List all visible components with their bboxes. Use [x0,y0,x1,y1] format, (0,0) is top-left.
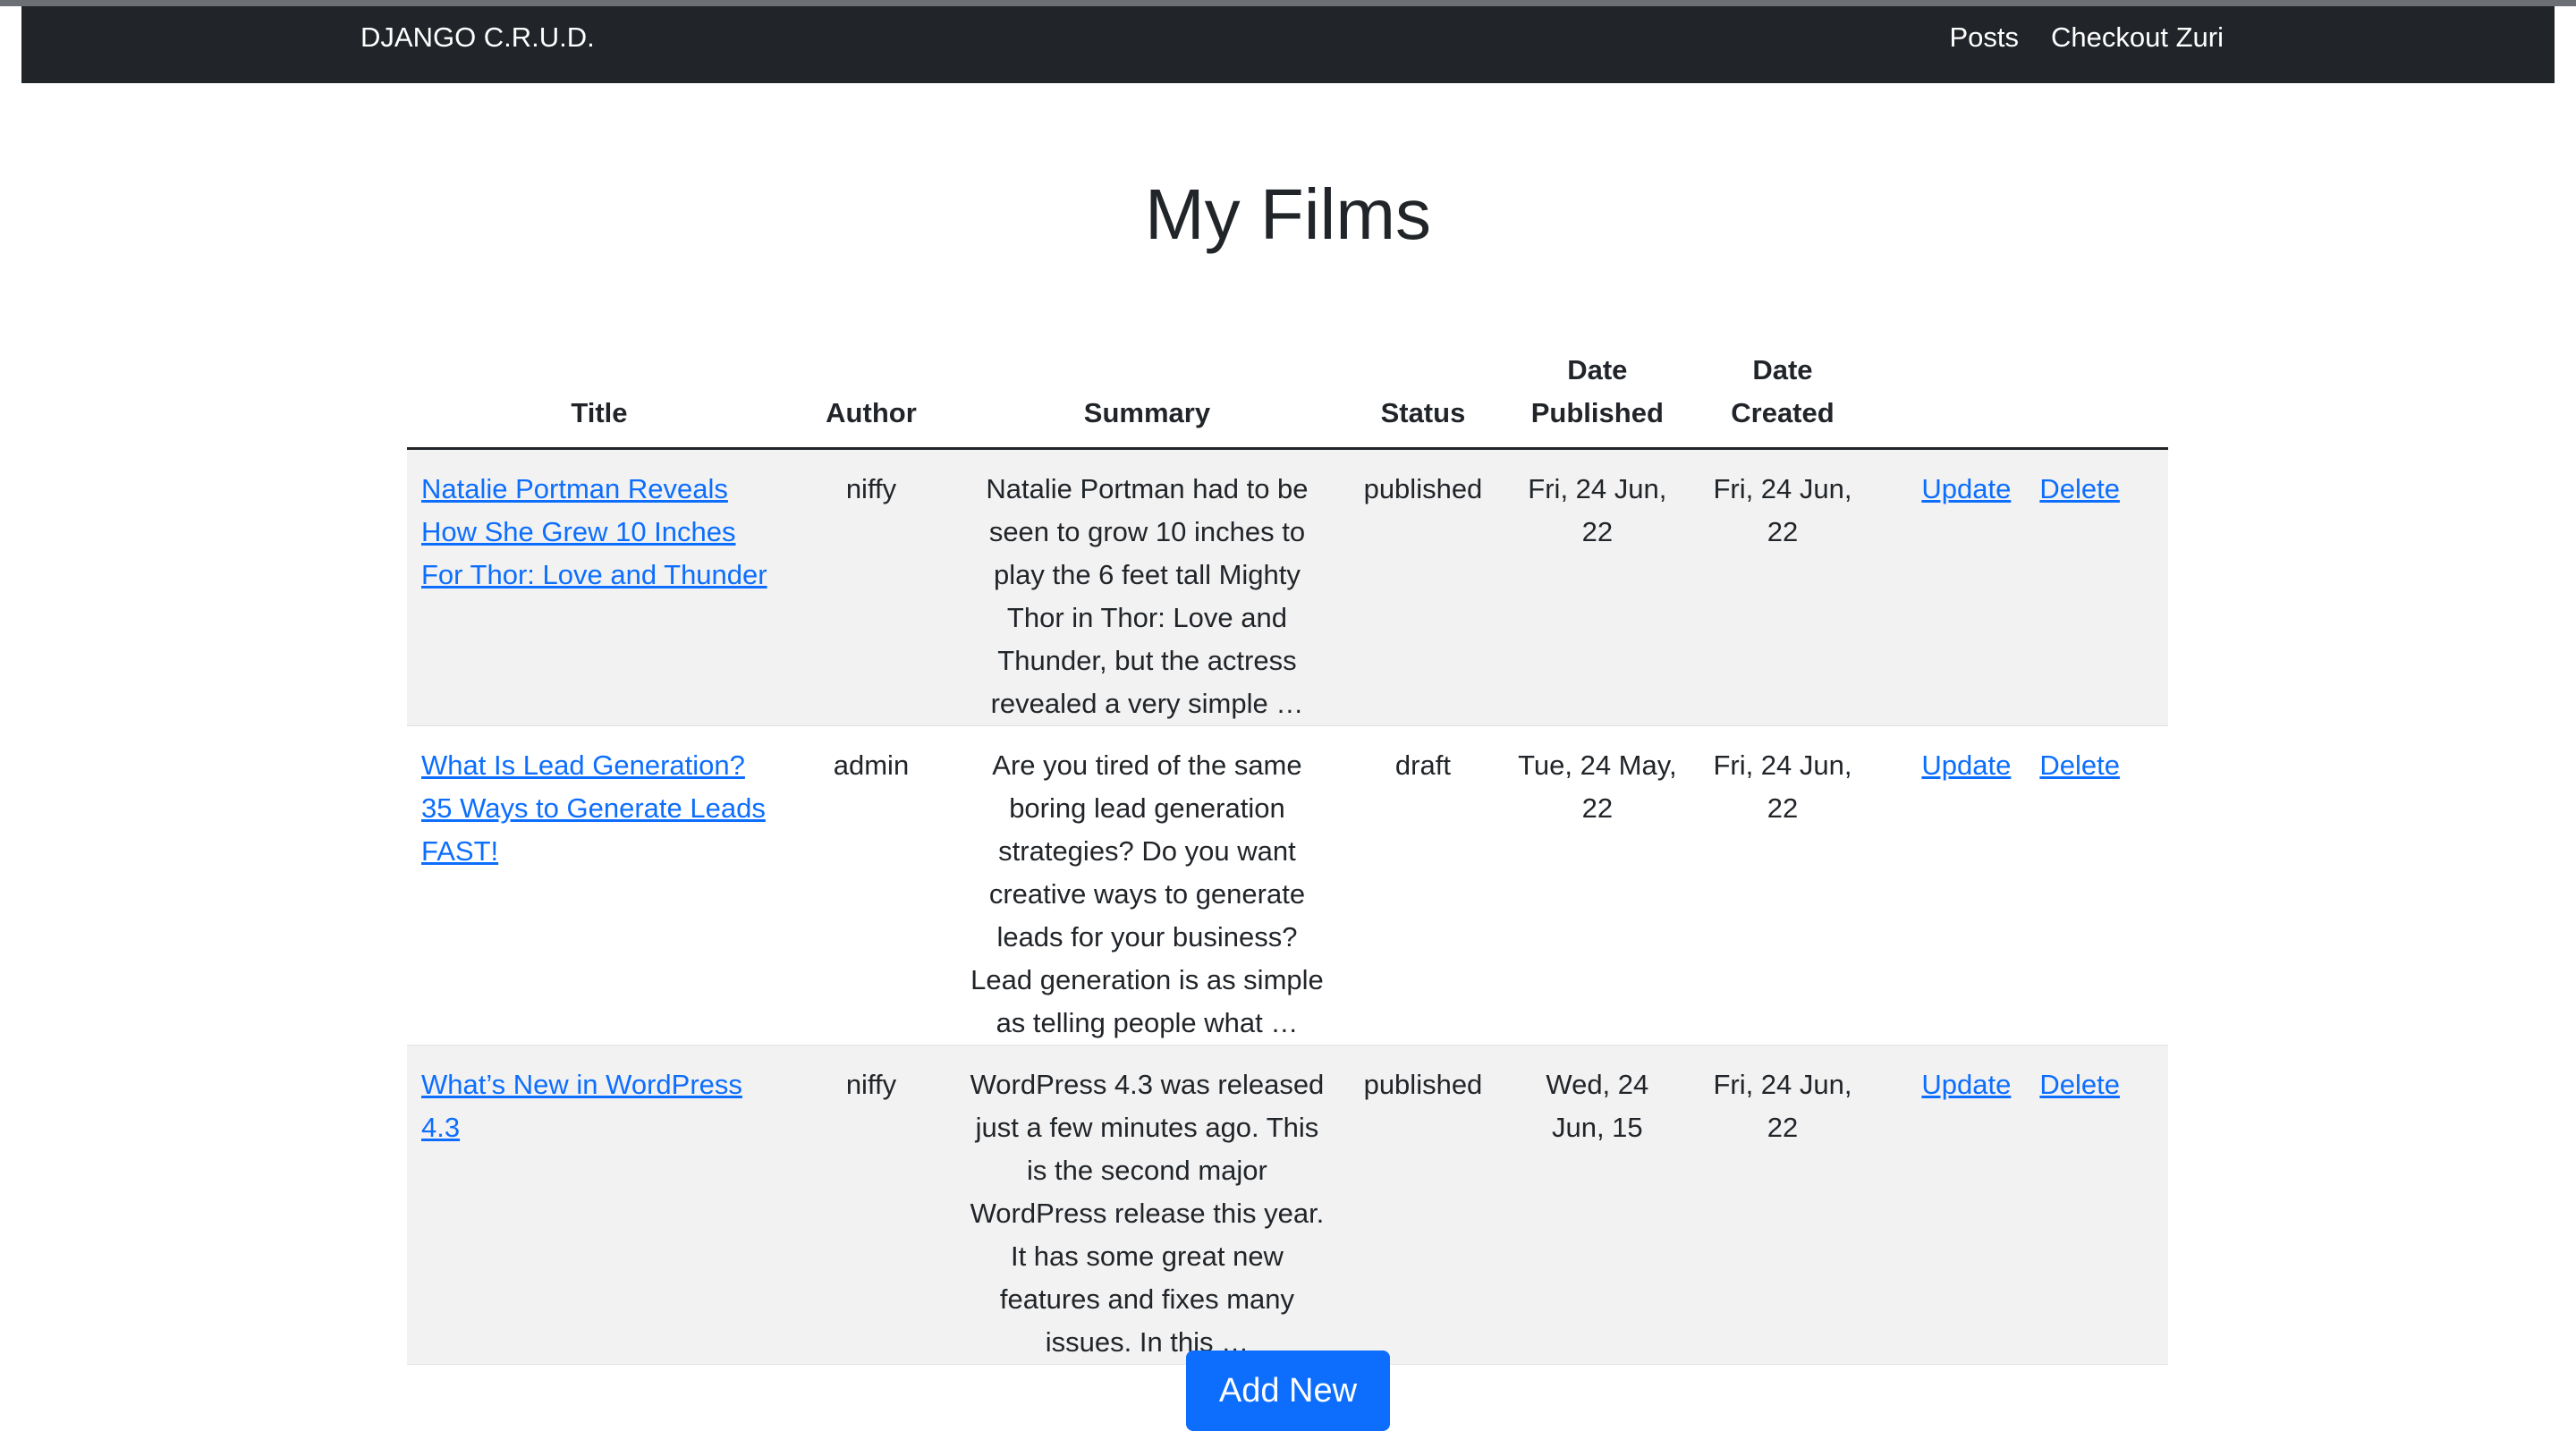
navbar-links: Posts Checkout Zuri [1950,6,2224,83]
film-title-link[interactable]: What’s New in WordPress 4.3 [421,1069,742,1143]
cell-date-created: Fri, 24 Jun, 22 [1691,1045,1874,1365]
cell-status: draft [1343,725,1504,1046]
cell-date-created: Fri, 24 Jun, 22 [1691,725,1874,1046]
row-actions: Update Delete [1887,1063,2154,1106]
navbar: DJANGO C.R.U.D. Posts Checkout Zuri [21,6,2555,83]
column-header-summary: Summary [951,349,1343,450]
column-header-author: Author [791,349,952,450]
cell-summary: Are you tired of the same boring lead ge… [951,725,1343,1046]
film-title-link[interactable]: What Is Lead Generation? 35 Ways to Gene… [421,749,766,867]
column-header-title: Title [407,349,792,450]
column-header-date-created: Date Created [1691,349,1874,450]
column-header-date-published: Date Published [1503,349,1692,450]
nav-link-posts[interactable]: Posts [1950,6,2020,83]
cell-status: published [1343,448,1504,726]
cell-actions: Update Delete [1873,448,2168,726]
table-header: Title Author Summary Status Date Publish… [407,349,2168,450]
update-link[interactable]: Update [1921,468,2011,511]
page-title: My Films [1145,174,1431,254]
film-title-link[interactable]: Natalie Portman Reveals How She Grew 10 … [421,473,767,590]
cell-summary: WordPress 4.3 was released just a few mi… [951,1045,1343,1365]
cell-title: What Is Lead Generation? 35 Ways to Gene… [407,725,792,1046]
table-row: What Is Lead Generation? 35 Ways to Gene… [407,725,2168,1046]
delete-link[interactable]: Delete [2039,744,2120,787]
row-actions: Update Delete [1887,744,2154,787]
cell-author: niffy [791,1045,952,1365]
table-header-row: Title Author Summary Status Date Publish… [407,349,2168,450]
cell-title: What’s New in WordPress 4.3 [407,1045,792,1365]
column-header-status: Status [1343,349,1504,450]
update-link[interactable]: Update [1921,1063,2011,1106]
update-link[interactable]: Update [1921,744,2011,787]
cell-date-created: Fri, 24 Jun, 22 [1691,448,1874,726]
films-table: Title Author Summary Status Date Publish… [407,349,2168,1365]
add-new-button[interactable]: Add New [1186,1351,1390,1431]
table-row: What’s New in WordPress 4.3 niffy WordPr… [407,1045,2168,1365]
delete-link[interactable]: Delete [2039,1063,2120,1106]
window-top-border [0,0,2576,6]
cell-author: niffy [791,448,952,726]
cell-actions: Update Delete [1873,725,2168,1046]
cell-author: admin [791,725,952,1046]
cell-summary: Natalie Portman had to be seen to grow 1… [951,448,1343,726]
column-header-actions [1873,349,2168,450]
table-body: Natalie Portman Reveals How She Grew 10 … [407,448,2168,1365]
cell-title: Natalie Portman Reveals How She Grew 10 … [407,448,792,726]
cell-date-published: Tue, 24 May, 22 [1503,725,1692,1046]
row-actions: Update Delete [1887,468,2154,511]
cell-date-published: Wed, 24 Jun, 15 [1503,1045,1692,1365]
cell-status: published [1343,1045,1504,1365]
table-row: Natalie Portman Reveals How She Grew 10 … [407,448,2168,726]
navbar-brand[interactable]: DJANGO C.R.U.D. [360,6,595,83]
cell-actions: Update Delete [1873,1045,2168,1365]
delete-link[interactable]: Delete [2039,468,2120,511]
cell-date-published: Fri, 24 Jun, 22 [1503,448,1692,726]
nav-link-checkout-zuri[interactable]: Checkout Zuri [2051,6,2224,83]
